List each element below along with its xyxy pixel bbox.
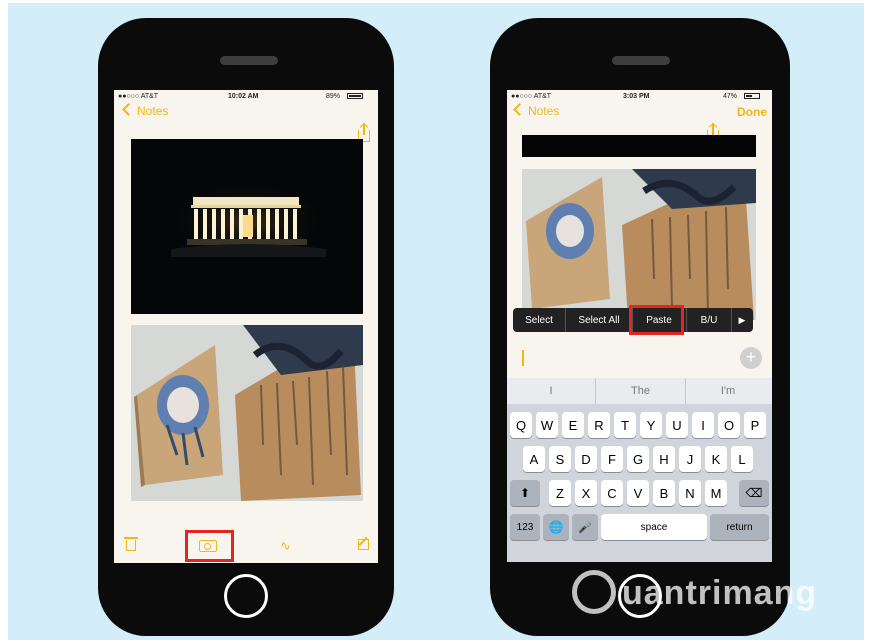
done-button[interactable]: Done — [737, 105, 767, 119]
key[interactable]: C — [601, 480, 623, 506]
text-cursor — [522, 350, 524, 366]
suggestion-2[interactable]: The — [595, 378, 686, 404]
chevron-left-icon — [122, 103, 135, 116]
carrier-label: ●●○○○ AT&T — [118, 93, 159, 100]
key[interactable]: L — [731, 446, 753, 472]
key[interactable]: M — [705, 480, 727, 506]
key[interactable]: Y — [640, 412, 662, 438]
lincoln-memorial-drawing — [167, 181, 327, 261]
trash-lid-icon — [124, 537, 138, 539]
lincoln-memorial-night-photo[interactable] — [131, 139, 363, 314]
key[interactable]: Q — [510, 412, 532, 438]
key[interactable]: X — [575, 480, 597, 506]
back-button[interactable]: Notes — [513, 103, 560, 118]
suggestion-3[interactable]: I'm — [684, 378, 772, 404]
menu-bold-underline[interactable]: B/U — [686, 308, 732, 332]
key[interactable]: K — [705, 446, 727, 472]
clock-label: 10:02 AM — [228, 93, 259, 100]
sketch-icon[interactable]: ∿ — [280, 538, 291, 554]
key[interactable]: A — [523, 446, 545, 472]
key[interactable]: O — [718, 412, 740, 438]
paste-highlight-box — [629, 305, 684, 335]
back-label: Notes — [137, 104, 169, 118]
home-button[interactable] — [224, 574, 268, 618]
wall-art-photo[interactable] — [522, 169, 756, 320]
carrier-label: ●●○○○ AT&T — [511, 93, 552, 100]
key[interactable]: U — [666, 412, 688, 438]
microphone-icon[interactable]: 🎤 — [572, 514, 598, 540]
key[interactable]: T — [614, 412, 636, 438]
menu-select[interactable]: Select — [513, 308, 566, 332]
key[interactable]: Z — [549, 480, 571, 506]
watermark-circle-logo — [572, 570, 616, 614]
redacted-bar — [522, 135, 756, 157]
key[interactable]: S — [549, 446, 571, 472]
wall-art-drawing — [131, 325, 363, 501]
battery-percent: 47% — [723, 93, 738, 100]
key[interactable]: F — [601, 446, 623, 472]
key[interactable]: E — [562, 412, 584, 438]
battery-percent: 89% — [326, 93, 341, 100]
menu-more-arrow-icon[interactable]: ▶ — [731, 308, 753, 332]
key[interactable]: J — [679, 446, 701, 472]
wall-art-photo[interactable] — [131, 325, 363, 501]
battery-icon — [347, 93, 363, 99]
key[interactable]: V — [627, 480, 649, 506]
left-screen: ●●○○○ AT&T 10:02 AM 89% Notes ∿ — [114, 90, 378, 563]
key[interactable]: R — [588, 412, 610, 438]
status-bar: ●●○○○ AT&T 3:03 PM 47% — [507, 90, 772, 104]
key[interactable]: G — [627, 446, 649, 472]
back-button[interactable]: Notes — [122, 103, 169, 118]
menu-select-all[interactable]: Select All — [566, 308, 633, 332]
key[interactable]: H — [653, 446, 675, 472]
key[interactable]: B — [653, 480, 675, 506]
chevron-left-icon — [513, 103, 526, 116]
space-key[interactable]: space — [601, 514, 707, 540]
key[interactable]: D — [575, 446, 597, 472]
delete-key-icon[interactable]: ⌫ — [739, 480, 769, 506]
shift-key[interactable]: ⬆ — [510, 480, 540, 506]
add-attachment-icon[interactable]: + — [740, 347, 762, 369]
key[interactable]: I — [692, 412, 714, 438]
status-bar: ●●○○○ AT&T 10:02 AM 89% — [114, 90, 378, 104]
return-key[interactable]: return — [710, 514, 769, 540]
numbers-key[interactable]: 123 — [510, 514, 540, 540]
left-phone: ●●○○○ AT&T 10:02 AM 89% Notes ∿ — [98, 18, 394, 636]
compose-icon[interactable] — [358, 536, 369, 550]
globe-icon[interactable]: 🌐 — [543, 514, 569, 540]
suggestion-1[interactable]: I — [507, 378, 595, 404]
right-phone: ●●○○○ AT&T 3:03 PM 47% Notes Done Select… — [490, 18, 790, 636]
wall-art-drawing — [522, 169, 756, 320]
right-screen: ●●○○○ AT&T 3:03 PM 47% Notes Done Select… — [507, 90, 772, 562]
key[interactable]: W — [536, 412, 558, 438]
key[interactable]: P — [744, 412, 766, 438]
earpiece-speaker — [220, 56, 278, 65]
suggestion-bar: I The I'm — [507, 378, 772, 404]
earpiece-speaker — [612, 56, 670, 65]
clock-label: 3:03 PM — [623, 93, 650, 100]
back-label: Notes — [528, 104, 560, 118]
camera-highlight-box — [185, 530, 234, 562]
trash-icon[interactable] — [126, 540, 136, 551]
battery-icon — [744, 93, 760, 99]
watermark-text: uantrimang — [622, 574, 818, 612]
key[interactable]: N — [679, 480, 701, 506]
keyboard: I The I'm Q W E R T Y U I O P A S D F G … — [507, 378, 772, 562]
